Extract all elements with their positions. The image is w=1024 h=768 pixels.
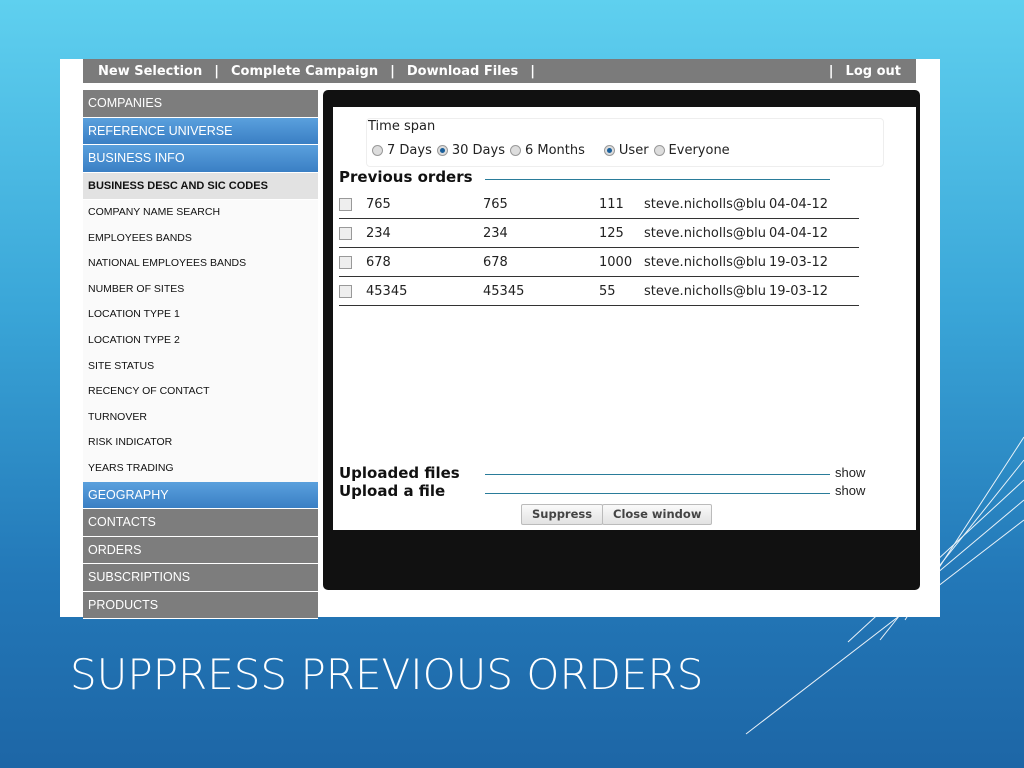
sidebar-subitem-employees-bands[interactable]: EMPLOYEES BANDS bbox=[83, 225, 318, 252]
radio-6-months[interactable]: 6 Months bbox=[509, 143, 585, 158]
uploaded-files-heading: Uploaded files bbox=[339, 464, 460, 482]
nav-new-selection[interactable]: New Selection bbox=[98, 64, 202, 79]
order-cell: 1000 bbox=[599, 254, 633, 270]
sidebar-item-subscriptions[interactable]: SUBSCRIPTIONS bbox=[83, 564, 318, 592]
order-cell: 234 bbox=[366, 225, 391, 241]
sidebar-subitem-location-type-1[interactable]: LOCATION TYPE 1 bbox=[83, 302, 318, 328]
order-cell: 125 bbox=[599, 225, 624, 241]
divider bbox=[485, 493, 830, 494]
order-cell: 19-03-12 bbox=[769, 254, 829, 270]
sidebar-item-business-desc-and-sic-codes[interactable]: BUSINESS DESC AND SIC CODES bbox=[83, 172, 318, 200]
radio-label: User bbox=[618, 143, 649, 158]
order-cell: steve.nicholls@blu bbox=[644, 196, 766, 212]
order-row: 45345 45345 55 steve.nicholls@blu 19-03-12 bbox=[339, 277, 859, 306]
sidebar-subitem-recency-of-contact[interactable]: RECENCY OF CONTACT bbox=[83, 379, 318, 405]
order-cell: 111 bbox=[599, 196, 624, 212]
divider bbox=[485, 474, 830, 475]
sidebar-subitem-turnover[interactable]: TURNOVER bbox=[83, 404, 318, 431]
sidebar-item-contacts[interactable]: CONTACTS bbox=[83, 509, 318, 537]
order-cell: 19-03-12 bbox=[769, 283, 829, 299]
radio-label: Everyone bbox=[668, 143, 730, 158]
order-checkbox[interactable] bbox=[339, 226, 352, 240]
sidebar-subitem-years-trading[interactable]: YEARS TRADING bbox=[83, 455, 318, 482]
order-cell: 234 bbox=[483, 225, 508, 241]
radio-icon[interactable] bbox=[372, 145, 383, 156]
time-span-group: Time span 7 Days 30 Days 6 Months User Every… bbox=[366, 118, 884, 167]
sidebar-item-orders[interactable]: ORDERS bbox=[83, 536, 318, 565]
suppress-button[interactable]: Suppress bbox=[521, 504, 604, 525]
upload-file-show-link[interactable]: show bbox=[835, 483, 865, 498]
divider bbox=[485, 179, 830, 180]
order-cell: 678 bbox=[366, 254, 391, 270]
order-cell: 765 bbox=[483, 196, 508, 212]
order-row: 765 765 111 steve.nicholls@blu 04-04-12 bbox=[339, 190, 859, 219]
order-row: 678 678 1000 steve.nicholls@blu 19-03-12 bbox=[339, 248, 859, 277]
order-cell: steve.nicholls@blu bbox=[644, 225, 766, 241]
sidebar: COMPANIES REFERENCE UNIVERSE BUSINESS INFO… bbox=[83, 90, 318, 620]
nav-separator: | bbox=[390, 63, 395, 79]
nav-separator: | bbox=[214, 63, 219, 79]
radio-7-days[interactable]: 7 Days bbox=[372, 143, 432, 158]
radio-user[interactable]: User bbox=[603, 143, 649, 158]
previous-orders-list: 765 765 111 steve.nicholls@blu 04-04-12 234 23… bbox=[339, 190, 859, 306]
order-cell: 04-04-12 bbox=[769, 225, 829, 241]
sidebar-subitem-location-type-2[interactable]: LOCATION TYPE 2 bbox=[83, 327, 318, 354]
order-cell: 678 bbox=[483, 254, 508, 270]
order-cell: 04-04-12 bbox=[769, 196, 829, 212]
sidebar-subitem-number-of-sites[interactable]: NUMBER OF SITES bbox=[83, 276, 318, 303]
sidebar-item-reference-universe[interactable]: REFERENCE UNIVERSE bbox=[83, 117, 318, 145]
sidebar-item-business-info[interactable]: BUSINESS INFO bbox=[83, 145, 318, 173]
close-window-button[interactable]: Close window bbox=[602, 504, 713, 525]
sidebar-item-companies[interactable]: COMPANIES bbox=[83, 90, 318, 118]
nav-download-files[interactable]: Download Files bbox=[407, 64, 518, 79]
uploaded-files-show-link[interactable]: show bbox=[835, 465, 865, 480]
order-row: 234 234 125 steve.nicholls@blu 04-04-12 bbox=[339, 219, 859, 248]
radio-everyone[interactable]: Everyone bbox=[653, 143, 730, 158]
sidebar-item-products[interactable]: PRODUCTS bbox=[83, 591, 318, 620]
nav-logout[interactable]: Log out bbox=[846, 64, 901, 79]
sidebar-subitem-company-name-search[interactable]: COMPANY NAME SEARCH bbox=[83, 200, 318, 226]
sidebar-subitem-national-employees-bands[interactable]: NATIONAL EMPLOYEES BANDS bbox=[83, 251, 318, 277]
order-cell: steve.nicholls@blu bbox=[644, 254, 766, 270]
radio-label: 30 Days bbox=[451, 143, 505, 158]
upload-file-heading: Upload a file bbox=[339, 482, 446, 500]
order-cell: steve.nicholls@blu bbox=[644, 283, 766, 299]
slide-title: SUPPRESS PREVIOUS ORDERS bbox=[70, 650, 704, 699]
order-cell: 55 bbox=[599, 283, 616, 299]
order-cell: 45345 bbox=[366, 283, 408, 299]
sidebar-subitem-risk-indicator[interactable]: RISK INDICATOR bbox=[83, 430, 318, 456]
radio-icon[interactable] bbox=[509, 145, 521, 156]
nav-separator: | bbox=[828, 63, 834, 79]
previous-orders-heading: Previous orders bbox=[339, 168, 473, 186]
time-span-label: Time span bbox=[368, 119, 436, 134]
radio-label: 6 Months bbox=[524, 143, 585, 158]
sidebar-item-geography[interactable]: GEOGRAPHY bbox=[83, 481, 318, 510]
radio-icon[interactable] bbox=[653, 145, 665, 156]
top-nav: New Selection | Complete Campaign | Downlo… bbox=[83, 59, 916, 83]
order-checkbox[interactable] bbox=[339, 284, 352, 298]
sidebar-subitem-site-status[interactable]: SITE STATUS bbox=[83, 353, 318, 380]
order-cell: 765 bbox=[366, 196, 391, 212]
order-cell: 45345 bbox=[483, 283, 525, 299]
order-checkbox[interactable] bbox=[339, 197, 352, 211]
radio-30-days[interactable]: 30 Days bbox=[436, 143, 505, 158]
radio-icon[interactable] bbox=[436, 145, 448, 156]
suppress-dialog: Time span 7 Days 30 Days 6 Months User Every… bbox=[323, 90, 920, 590]
nav-complete-campaign[interactable]: Complete Campaign bbox=[231, 64, 378, 79]
radio-icon[interactable] bbox=[603, 145, 615, 156]
dialog-content: Time span 7 Days 30 Days 6 Months User Every… bbox=[333, 107, 916, 530]
order-checkbox[interactable] bbox=[339, 255, 352, 269]
nav-separator: | bbox=[530, 63, 535, 79]
radio-label: 7 Days bbox=[387, 143, 432, 158]
app-screenshot: New Selection | Complete Campaign | Downlo… bbox=[60, 59, 940, 620]
